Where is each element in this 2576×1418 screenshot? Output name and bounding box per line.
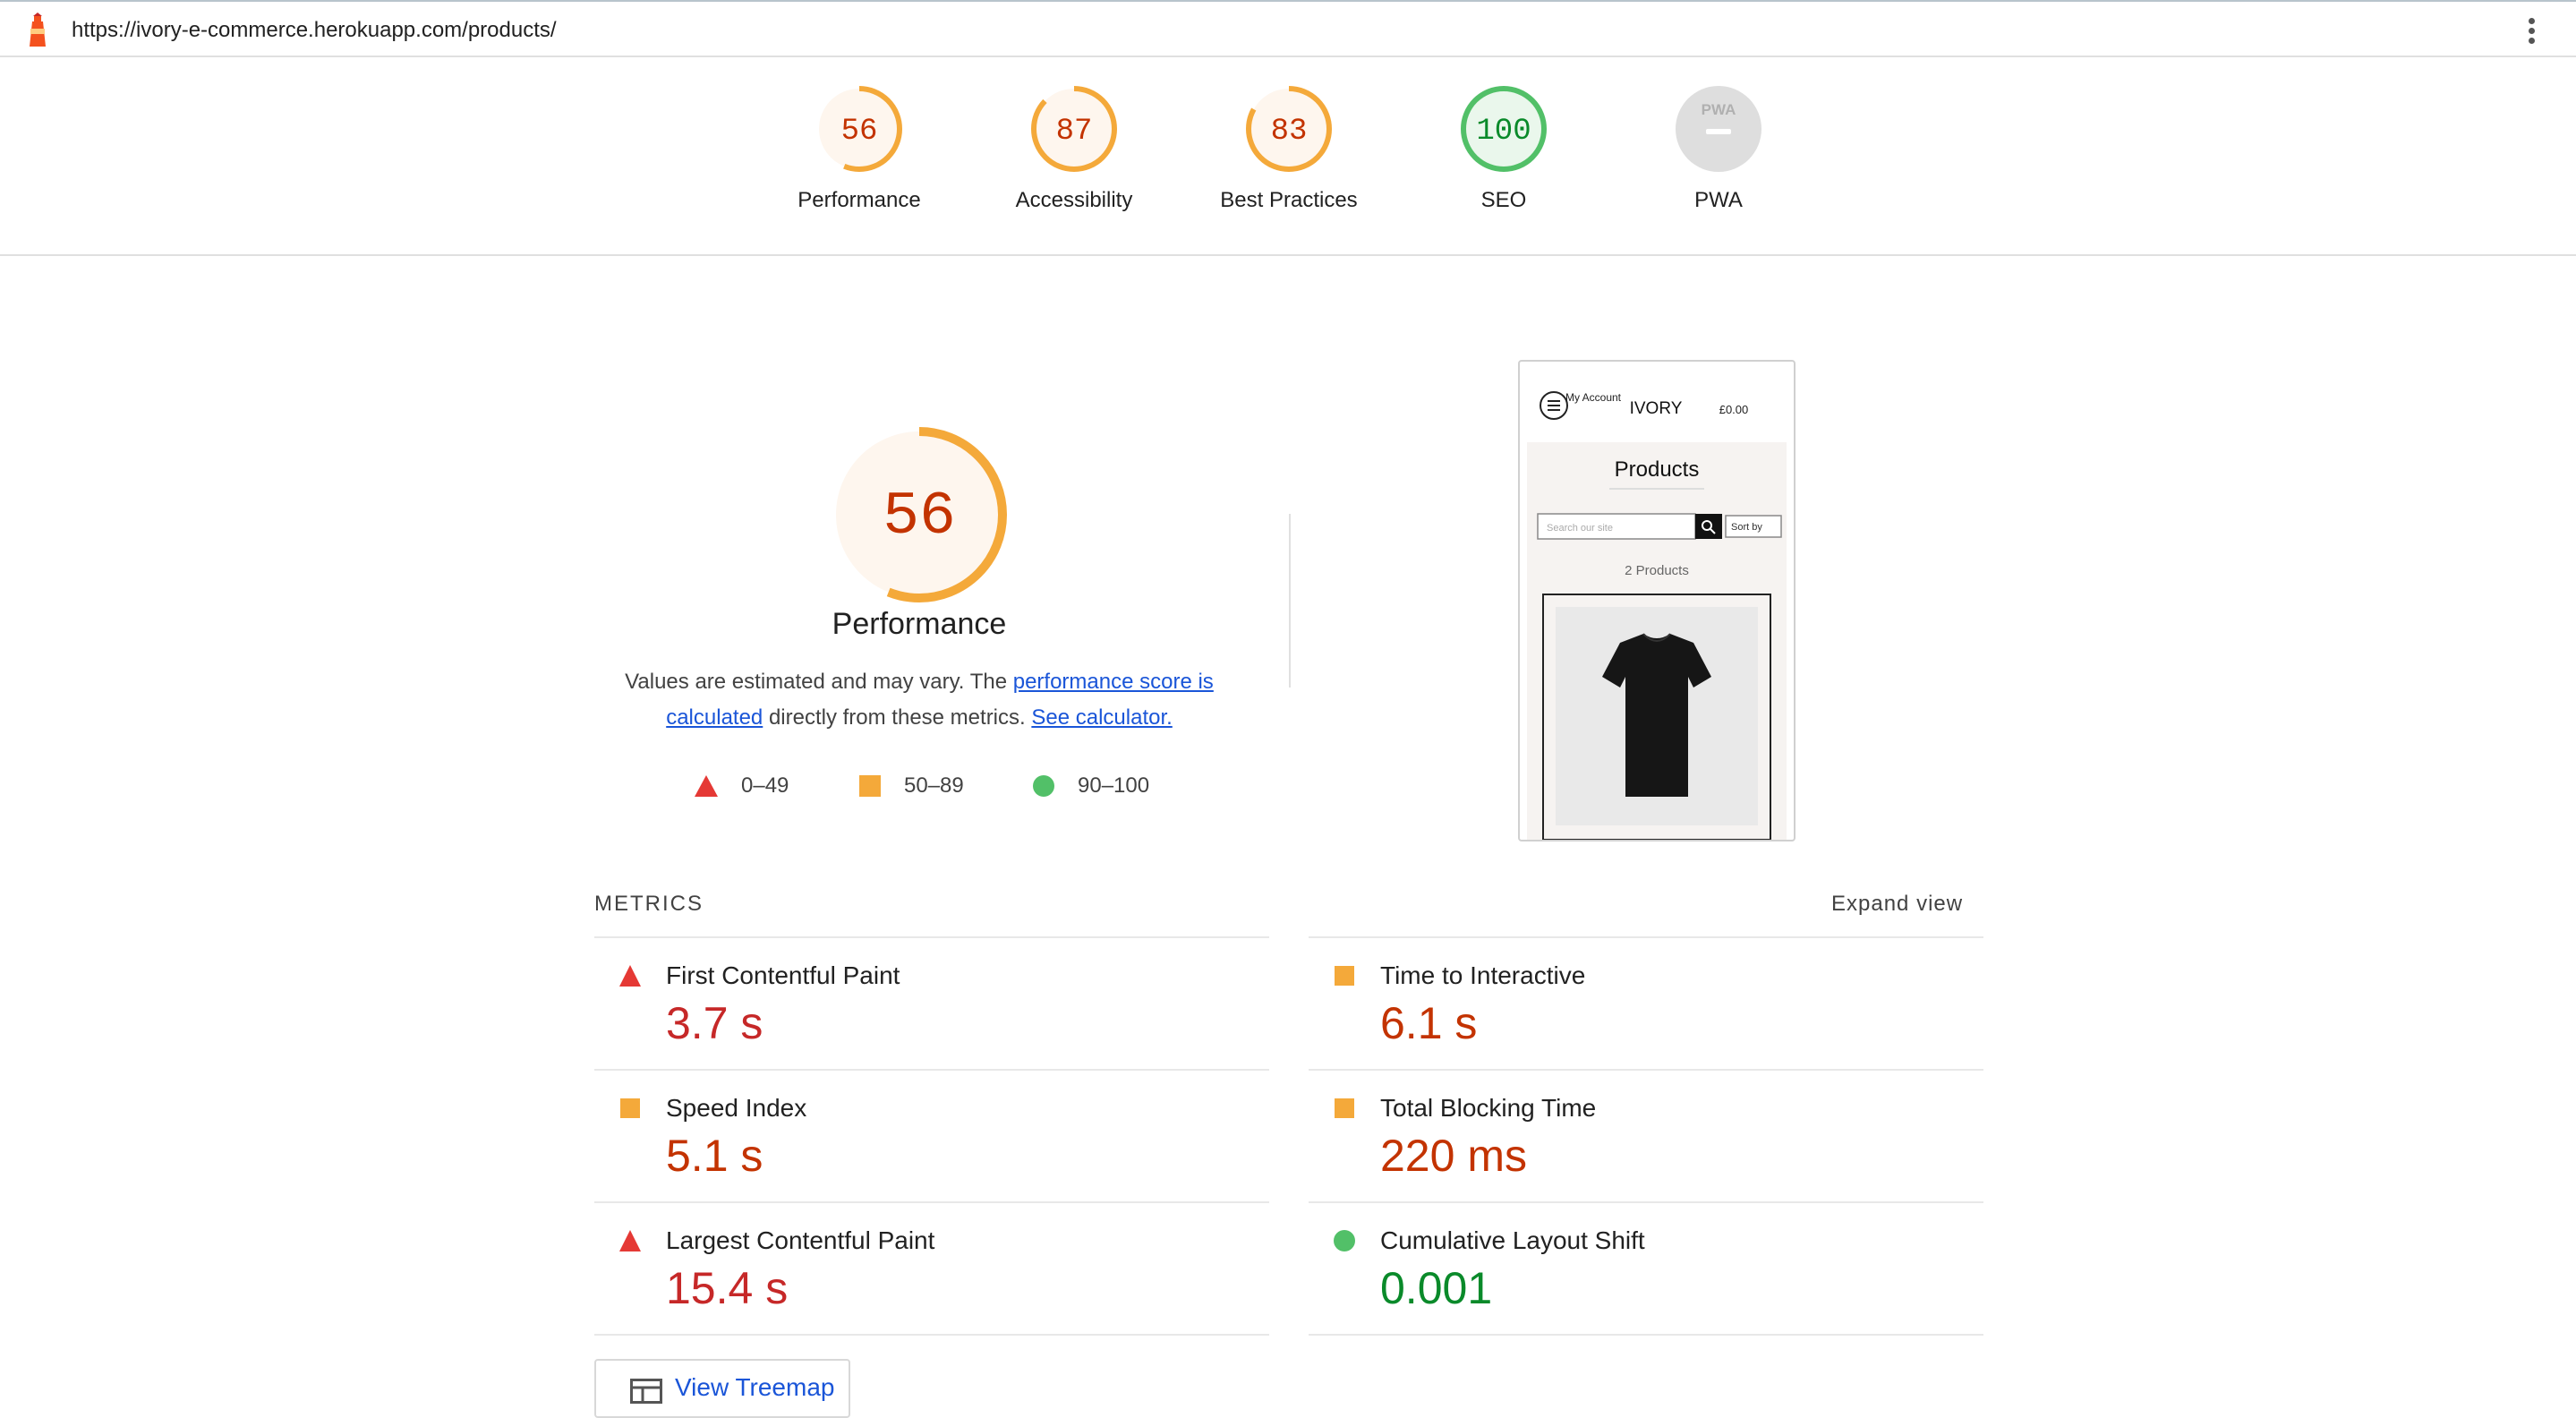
thumb-brand: IVORY — [1630, 399, 1683, 418]
legend-range: 90–100 — [1078, 773, 1150, 798]
metric-title: Speed Index — [666, 1094, 807, 1122]
metric-first-contentful-paint: First Contentful Paint 3.7 s — [594, 938, 1269, 1071]
metric-time-to-interactive: Time to Interactive 6.1 s — [1309, 938, 1983, 1071]
gauge-performance[interactable]: 56 Performance — [752, 84, 967, 245]
gauge-label: PWA — [1694, 188, 1743, 212]
performance-gauge-large: 56 — [832, 427, 1007, 602]
fail-triangle-icon — [619, 1230, 641, 1251]
metric-value: 0.001 — [1380, 1263, 1493, 1313]
thumb-sort: Sort by — [1731, 522, 1762, 533]
legend-range: 50–89 — [904, 773, 964, 798]
metrics-divider — [1309, 1334, 1983, 1336]
metrics-heading: METRICS — [594, 892, 704, 916]
metric-title: Total Blocking Time — [1380, 1094, 1597, 1122]
treemap-icon — [630, 1379, 662, 1404]
gauge-pwa[interactable]: PWA PWA — [1611, 84, 1826, 245]
gauge-score: 100 — [1476, 115, 1531, 149]
performance-title: Performance — [832, 607, 1007, 641]
metric-value: 220 ms — [1380, 1131, 1527, 1181]
pwa-badge-text: PWA — [1702, 101, 1736, 118]
metric-largest-contentful-paint: Largest Contentful Paint 15.4 s — [594, 1203, 1269, 1336]
metric-value: 3.7 s — [666, 998, 763, 1048]
metric-total-blocking-time: Total Blocking Time 220 ms — [1309, 1071, 1983, 1203]
thumb-search-placeholder: Search our site — [1547, 523, 1613, 534]
thumb-cart-total: £0.00 — [1719, 403, 1749, 416]
section-divider — [1289, 514, 1291, 688]
report-url[interactable]: https://ivory-e-commerce.herokuapp.com/p… — [72, 18, 557, 43]
pass-circle-icon — [1334, 1230, 1355, 1251]
gauge-seo[interactable]: 100 SEO — [1396, 84, 1611, 245]
gauge-score: 56 — [841, 115, 878, 149]
desc-text: Values are estimated and may vary. The — [625, 670, 1013, 694]
fail-triangle-icon — [695, 775, 718, 797]
pwa-badge-icon: PWA — [1676, 86, 1761, 172]
gauge-label: SEO — [1480, 188, 1527, 212]
average-square-icon — [859, 775, 881, 797]
average-square-icon — [1335, 966, 1354, 986]
legend-pass: 90–100 — [1033, 772, 1149, 800]
see-calculator-link[interactable]: See calculator. — [1031, 705, 1172, 730]
legend-average: 50–89 — [859, 772, 964, 800]
page-preview-image: My Account IVORY £0.00 Products Search o… — [1527, 391, 1787, 840]
metrics-divider — [594, 1334, 1269, 1336]
metric-title: Cumulative Layout Shift — [1380, 1226, 1645, 1254]
expand-view-toggle[interactable]: Expand view — [1831, 892, 1963, 917]
metric-value: 5.1 s — [666, 1131, 763, 1181]
metric-title: Largest Contentful Paint — [666, 1226, 935, 1254]
thumb-my-account: My Account — [1565, 391, 1622, 404]
legend-range: 0–49 — [741, 773, 789, 798]
lighthouse-logo-icon — [30, 13, 46, 47]
average-square-icon — [1335, 1098, 1354, 1118]
thumb-product-count: 2 Products — [1625, 563, 1689, 578]
gauge-best-practices[interactable]: 83 Best Practices — [1181, 84, 1396, 245]
view-treemap-button[interactable]: View Treemap — [594, 1359, 850, 1418]
gauge-seo-ring: 100 — [1461, 86, 1547, 172]
metric-value: 15.4 s — [666, 1263, 789, 1313]
gauge-label: Best Practices — [1220, 188, 1358, 212]
average-square-icon — [620, 1098, 640, 1118]
legend-fail: 0–49 — [695, 772, 789, 800]
gauge-label: Accessibility — [1015, 188, 1133, 212]
gauge-accessibility-ring: 87 — [1031, 86, 1117, 172]
fail-triangle-icon — [619, 965, 641, 987]
performance-score: 56 — [883, 483, 956, 551]
report-topbar: https://ivory-e-commerce.herokuapp.com/p… — [0, 0, 2576, 57]
more-options-icon[interactable] — [2519, 14, 2544, 47]
gauge-accessibility[interactable]: 87 Accessibility — [967, 84, 1181, 245]
gauge-score: 83 — [1271, 115, 1308, 149]
metric-title: Time to Interactive — [1380, 961, 1586, 989]
score-summary: 56 Performance 87 Accessibility 83 Best … — [0, 57, 2576, 256]
view-treemap-label: View Treemap — [675, 1373, 835, 1401]
metric-cumulative-layout-shift: Cumulative Layout Shift 0.001 — [1309, 1203, 1983, 1336]
gauge-label: Performance — [798, 188, 921, 212]
desc-text: directly from these metrics. — [763, 705, 1032, 730]
pass-circle-icon — [1033, 775, 1054, 797]
gauge-score: 87 — [1056, 115, 1093, 149]
metric-value: 6.1 s — [1380, 998, 1478, 1048]
gauge-best-practices-ring: 83 — [1246, 86, 1332, 172]
gauge-performance-ring: 56 — [816, 86, 902, 172]
metric-title: First Contentful Paint — [666, 961, 900, 989]
performance-description: Values are estimated and may vary. The p… — [609, 664, 1230, 736]
metric-speed-index: Speed Index 5.1 s — [594, 1071, 1269, 1203]
final-screenshot[interactable]: My Account IVORY £0.00 Products Search o… — [1518, 360, 1796, 841]
thumb-heading: Products — [1615, 457, 1700, 482]
